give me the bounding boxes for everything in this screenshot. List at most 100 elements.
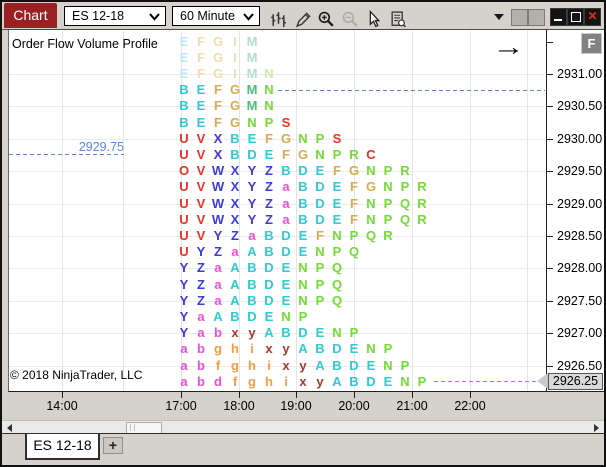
profile-letter: a	[197, 325, 205, 341]
instrument-dropdown[interactable]: ES 12-18	[64, 6, 166, 26]
profile-letter: A	[230, 260, 240, 276]
profile-letter: F	[197, 33, 205, 49]
profile-letter: Y	[247, 179, 257, 195]
profile-letter: P	[315, 292, 325, 308]
profile-letter: V	[196, 195, 206, 211]
profile-letter: R	[417, 211, 427, 227]
profile-letter: E	[332, 179, 342, 195]
profile-letter: N	[383, 179, 393, 195]
profile-letter: I	[233, 65, 237, 81]
time-axis-label: 18:00	[223, 399, 255, 413]
profile-letter: X	[213, 146, 223, 162]
profile-letter: P	[383, 163, 393, 179]
scroll-left-icon[interactable]	[7, 424, 12, 432]
time-axis-tick	[239, 392, 240, 398]
data-series-icon[interactable]	[389, 10, 408, 29]
indicator-label: Order Flow Volume Profile	[12, 37, 158, 51]
minimize-button[interactable]	[550, 8, 567, 26]
profile-letter: F	[214, 98, 222, 114]
profile-letter: B	[298, 179, 308, 195]
profile-letter: G	[229, 82, 241, 98]
vertical-gridline	[123, 31, 124, 391]
price-axis-line	[546, 30, 547, 392]
profile-letter: V	[196, 146, 206, 162]
profile-letter: D	[264, 292, 274, 308]
interval-link-button[interactable]	[528, 9, 545, 26]
profile-letter: E	[332, 195, 342, 211]
chevron-down-icon	[149, 13, 160, 21]
left-price-label: 2929.75	[78, 140, 124, 154]
profile-letter: Y	[179, 308, 189, 324]
profile-letter: Y	[247, 211, 257, 227]
scroll-right-icon[interactable]	[594, 424, 599, 432]
interval-dropdown[interactable]: 60 Minute	[172, 6, 260, 26]
tab-es-12-18[interactable]: ES 12-18	[25, 434, 100, 460]
profile-letter: U	[179, 227, 189, 243]
profile-letter: F	[350, 211, 358, 227]
chart-style-icon[interactable]	[269, 10, 288, 29]
profile-letter: Z	[265, 195, 273, 211]
zoom-in-icon[interactable]	[317, 10, 336, 29]
profile-letter: b	[197, 373, 205, 389]
profile-letter: a	[282, 211, 290, 227]
profile-letter: B	[179, 114, 189, 130]
profile-letter: Q	[331, 292, 343, 308]
profile-letter: P	[400, 357, 410, 373]
profile-letter: B	[349, 373, 359, 389]
zoom-out-icon[interactable]	[341, 10, 360, 29]
vertical-gridline	[527, 31, 528, 391]
profile-letter: P	[298, 308, 308, 324]
profile-letter: N	[298, 276, 308, 292]
profile-letter: P	[417, 373, 427, 389]
add-tab-button[interactable]: +	[103, 437, 123, 454]
price-axis-tick	[546, 268, 553, 270]
profile-letter: Y	[179, 276, 189, 292]
price-axis-label: 2927.50	[557, 293, 603, 308]
price-axis-tick	[546, 333, 553, 335]
profile-letter: B	[247, 276, 257, 292]
draw-tool-icon[interactable]	[294, 10, 313, 29]
profile-letter: g	[231, 357, 239, 373]
restore-icon	[571, 12, 581, 22]
profile-letter: E	[264, 146, 274, 162]
close-button[interactable]: ✕	[584, 8, 601, 26]
profile-letter: X	[230, 163, 240, 179]
profile-letter: y	[282, 341, 290, 357]
profile-letter: R	[400, 163, 410, 179]
profile-letter: a	[282, 179, 290, 195]
horizontal-scrollbar[interactable]	[2, 420, 604, 434]
profile-letter: W	[211, 163, 225, 179]
profile-letter: W	[211, 195, 225, 211]
profile-letter: A	[298, 341, 308, 357]
profile-letter: B	[315, 341, 325, 357]
profile-letter: N	[315, 244, 325, 260]
pointer-icon[interactable]	[364, 10, 383, 29]
profile-letter: Y	[179, 325, 189, 341]
toolbar-caret-icon[interactable]	[494, 14, 504, 20]
profile-letter: Y	[179, 292, 189, 308]
profile-letter: D	[315, 211, 325, 227]
profile-letter: D	[298, 325, 308, 341]
profile-letter: b	[197, 357, 205, 373]
profile-letter: Z	[265, 163, 273, 179]
dashed-reference-line-left	[9, 154, 124, 155]
jump-to-last-bar-arrow-icon[interactable]: →	[492, 33, 541, 62]
profile-letter: G	[212, 65, 224, 81]
profile-letter: E	[196, 114, 206, 130]
profile-letter: B	[179, 98, 189, 114]
profile-letter: U	[179, 130, 189, 146]
profile-letter: i	[267, 357, 271, 373]
profile-letter: P	[383, 341, 393, 357]
profile-letter: B	[298, 211, 308, 227]
profile-letter: S	[281, 114, 291, 130]
minimize-icon	[554, 19, 562, 21]
profile-letter: D	[264, 260, 274, 276]
focus-button[interactable]: F	[581, 33, 602, 54]
profile-letter: N	[298, 292, 308, 308]
profile-letter: P	[400, 179, 410, 195]
profile-letter: P	[349, 325, 359, 341]
profile-letter: G	[297, 146, 309, 162]
window-title-tab[interactable]: Chart	[4, 3, 57, 28]
instrument-link-button[interactable]	[511, 9, 528, 26]
restore-button[interactable]	[567, 8, 584, 26]
